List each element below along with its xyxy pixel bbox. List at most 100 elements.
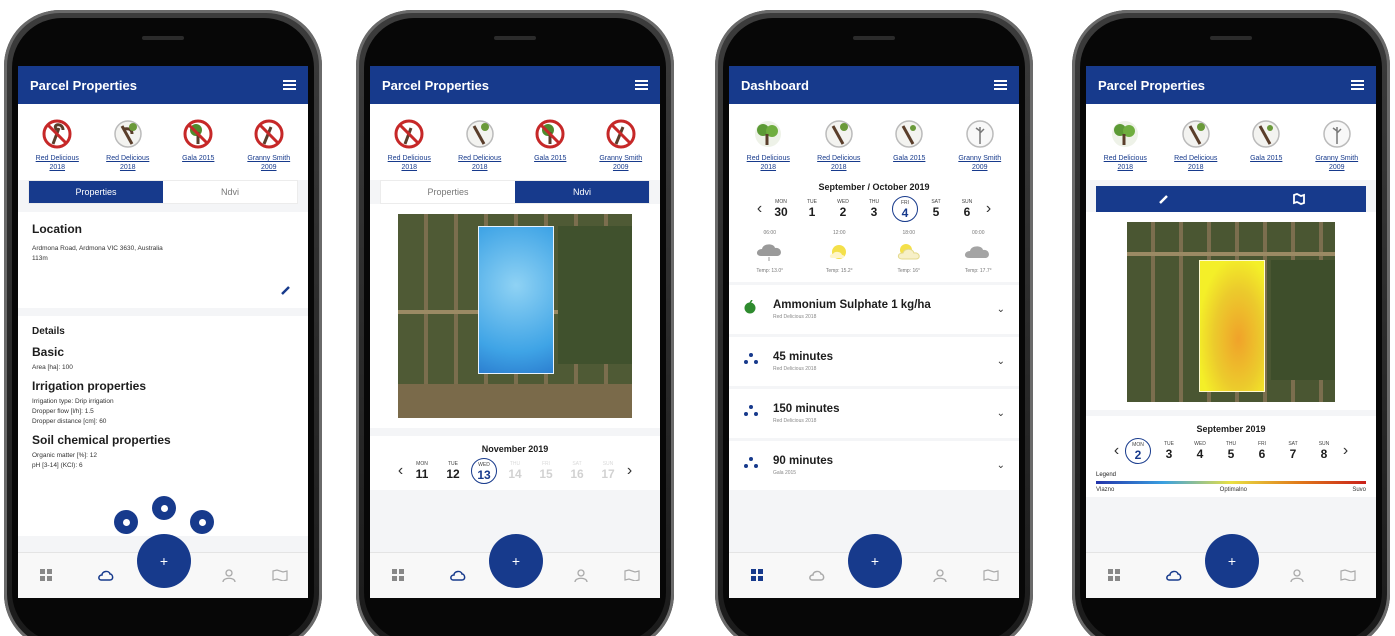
map-icon[interactable] bbox=[983, 569, 999, 581]
menu-icon[interactable] bbox=[635, 80, 648, 90]
tree-label: Gala 2015 bbox=[182, 155, 215, 162]
dashboard-icon[interactable] bbox=[751, 569, 763, 581]
map-icon[interactable] bbox=[272, 569, 288, 581]
chevron-left-icon[interactable]: ‹ bbox=[754, 200, 766, 218]
calendar-day[interactable]: MON 11 bbox=[407, 461, 438, 481]
chevron-down-icon[interactable]: ⌄ bbox=[997, 460, 1005, 471]
tab-properties[interactable]: Properties bbox=[381, 181, 515, 203]
calendar-day[interactable]: SUN 8 bbox=[1309, 441, 1340, 461]
calendar-day[interactable]: TUE 12 bbox=[438, 461, 469, 481]
tree-item[interactable]: Granny Smith 2009 bbox=[236, 118, 302, 172]
cloud-icon[interactable] bbox=[450, 569, 466, 582]
map-icon[interactable] bbox=[1340, 569, 1356, 581]
calendar-day[interactable]: FRI 6 bbox=[1247, 441, 1278, 461]
tree-item[interactable]: Red Delicious 2018 bbox=[95, 118, 161, 172]
note-fab[interactable] bbox=[190, 510, 214, 534]
tree-item[interactable]: Red Delicious 2018 bbox=[1092, 118, 1158, 172]
cloud-icon bbox=[965, 246, 990, 258]
calendar-day[interactable]: SAT 7 bbox=[1278, 441, 1309, 461]
person-icon[interactable] bbox=[574, 569, 588, 583]
menu-icon[interactable] bbox=[283, 80, 296, 90]
tree-item[interactable]: Gala 2015 bbox=[1233, 118, 1299, 172]
task-item[interactable]: 90 minutes Gala 2015 ⌄ bbox=[729, 441, 1019, 490]
dashboard-icon[interactable] bbox=[40, 569, 52, 581]
day-number: 7 bbox=[1289, 447, 1297, 461]
add-fab[interactable]: + bbox=[848, 534, 902, 588]
tree-item[interactable]: Gala 2015 bbox=[165, 118, 231, 172]
tree-label-year: 2009 bbox=[260, 164, 277, 171]
add-fab[interactable]: + bbox=[137, 534, 191, 588]
task-item[interactable]: 150 minutes Red Delicious 2018 ⌄ bbox=[729, 389, 1019, 438]
calendar-day[interactable]: WED 2 bbox=[828, 199, 859, 219]
person-icon[interactable] bbox=[222, 569, 236, 583]
dashboard-icon[interactable] bbox=[1108, 569, 1120, 581]
tree-item[interactable]: Gala 2015 bbox=[876, 118, 942, 172]
tree-item[interactable]: Red Delicious 2018 bbox=[24, 118, 90, 172]
calendar-day[interactable]: THU 3 bbox=[859, 199, 890, 219]
weather-temp: Temp: 15.2° bbox=[825, 268, 853, 274]
chevron-down-icon[interactable]: ⌄ bbox=[997, 408, 1005, 419]
add-fab[interactable]: + bbox=[489, 534, 543, 588]
dashboard-icon[interactable] bbox=[392, 569, 404, 581]
chevron-right-icon[interactable]: › bbox=[1340, 442, 1352, 460]
cloud-icon[interactable] bbox=[809, 569, 825, 582]
tree-label: Red Delicious bbox=[817, 155, 861, 162]
calendar-day-selected[interactable]: FRI 4 bbox=[890, 196, 921, 222]
chevron-right-icon[interactable]: › bbox=[624, 462, 636, 480]
calendar-day-selected[interactable]: MON 2 bbox=[1123, 438, 1154, 464]
tree-icon bbox=[825, 120, 853, 148]
tree-label-year: 2009 bbox=[1328, 164, 1345, 171]
chevron-down-icon[interactable]: ⌄ bbox=[997, 356, 1005, 367]
tree-item[interactable]: Granny Smith 2009 bbox=[947, 118, 1013, 172]
add-fab[interactable]: + bbox=[1205, 534, 1259, 588]
moisture-satellite-map[interactable] bbox=[1127, 222, 1335, 402]
person-icon[interactable] bbox=[933, 569, 947, 583]
calendar-day[interactable]: SAT 5 bbox=[921, 199, 952, 219]
menu-icon[interactable] bbox=[1351, 80, 1364, 90]
calendar-day[interactable]: WED 4 bbox=[1185, 441, 1216, 461]
person-icon[interactable] bbox=[1290, 569, 1304, 583]
edit-button[interactable] bbox=[1096, 186, 1231, 212]
phone-3: Dashboard Red Delicious 2018 Red Delicio… bbox=[715, 10, 1033, 636]
calendar-day[interactable]: TUE 3 bbox=[1154, 441, 1185, 461]
day-number: 13 bbox=[477, 468, 491, 482]
tab-ndvi[interactable]: Ndvi bbox=[515, 181, 649, 203]
map-card bbox=[1086, 212, 1376, 410]
legend-mid: Optimalno bbox=[1219, 487, 1248, 493]
tree-item[interactable]: Red Delicious 2018 bbox=[806, 118, 872, 172]
chevron-left-icon[interactable]: ‹ bbox=[1111, 442, 1123, 460]
calendar-day[interactable]: SUN 6 bbox=[952, 199, 983, 219]
calendar-day-selected[interactable]: WED 13 bbox=[469, 458, 500, 484]
task-item[interactable]: Ammonium Sulphate 1 kg/ha Red Delicious 2… bbox=[729, 285, 1019, 334]
tree-item[interactable]: Granny Smith 2009 bbox=[1304, 118, 1370, 172]
tab-properties[interactable]: Properties bbox=[29, 181, 163, 203]
tree-item[interactable]: Red Delicious 2018 bbox=[735, 118, 801, 172]
map-icon bbox=[1292, 193, 1305, 205]
chevron-left-icon[interactable]: ‹ bbox=[395, 462, 407, 480]
calendar-day[interactable]: TUE 1 bbox=[797, 199, 828, 219]
camera-fab[interactable] bbox=[114, 510, 138, 534]
location-fab[interactable] bbox=[152, 496, 176, 520]
phone-speaker bbox=[142, 36, 184, 40]
moisture-legend: Legend Vlazno Optimalno Suvo bbox=[1086, 470, 1376, 497]
tree-label-year: 2018 bbox=[1117, 164, 1134, 171]
tree-item[interactable]: Red Delicious 2018 bbox=[447, 118, 513, 172]
tree-item[interactable]: Red Delicious 2018 bbox=[1163, 118, 1229, 172]
cloud-icon[interactable] bbox=[1166, 569, 1182, 582]
tab-ndvi[interactable]: Ndvi bbox=[163, 181, 297, 203]
map-view-button[interactable] bbox=[1231, 186, 1366, 212]
task-item[interactable]: 45 minutes Red Delicious 2018 ⌄ bbox=[729, 337, 1019, 386]
menu-icon[interactable] bbox=[994, 80, 1007, 90]
calendar-day[interactable]: THU 5 bbox=[1216, 441, 1247, 461]
tree-item[interactable]: Red Delicious 2018 bbox=[376, 118, 442, 172]
calendar-day[interactable]: MON 30 bbox=[766, 199, 797, 219]
tree-item[interactable]: Gala 2015 bbox=[517, 118, 583, 172]
map-icon[interactable] bbox=[624, 569, 640, 581]
cloud-icon[interactable] bbox=[98, 569, 114, 582]
tree-item[interactable]: Granny Smith 2009 bbox=[588, 118, 654, 172]
chevron-down-icon[interactable]: ⌄ bbox=[997, 304, 1005, 315]
area-value: Area [ha]: 100 bbox=[32, 364, 73, 371]
ndvi-satellite-map[interactable] bbox=[398, 214, 632, 418]
chevron-right-icon[interactable]: › bbox=[983, 200, 995, 218]
edit-pencil-icon[interactable] bbox=[280, 284, 292, 296]
